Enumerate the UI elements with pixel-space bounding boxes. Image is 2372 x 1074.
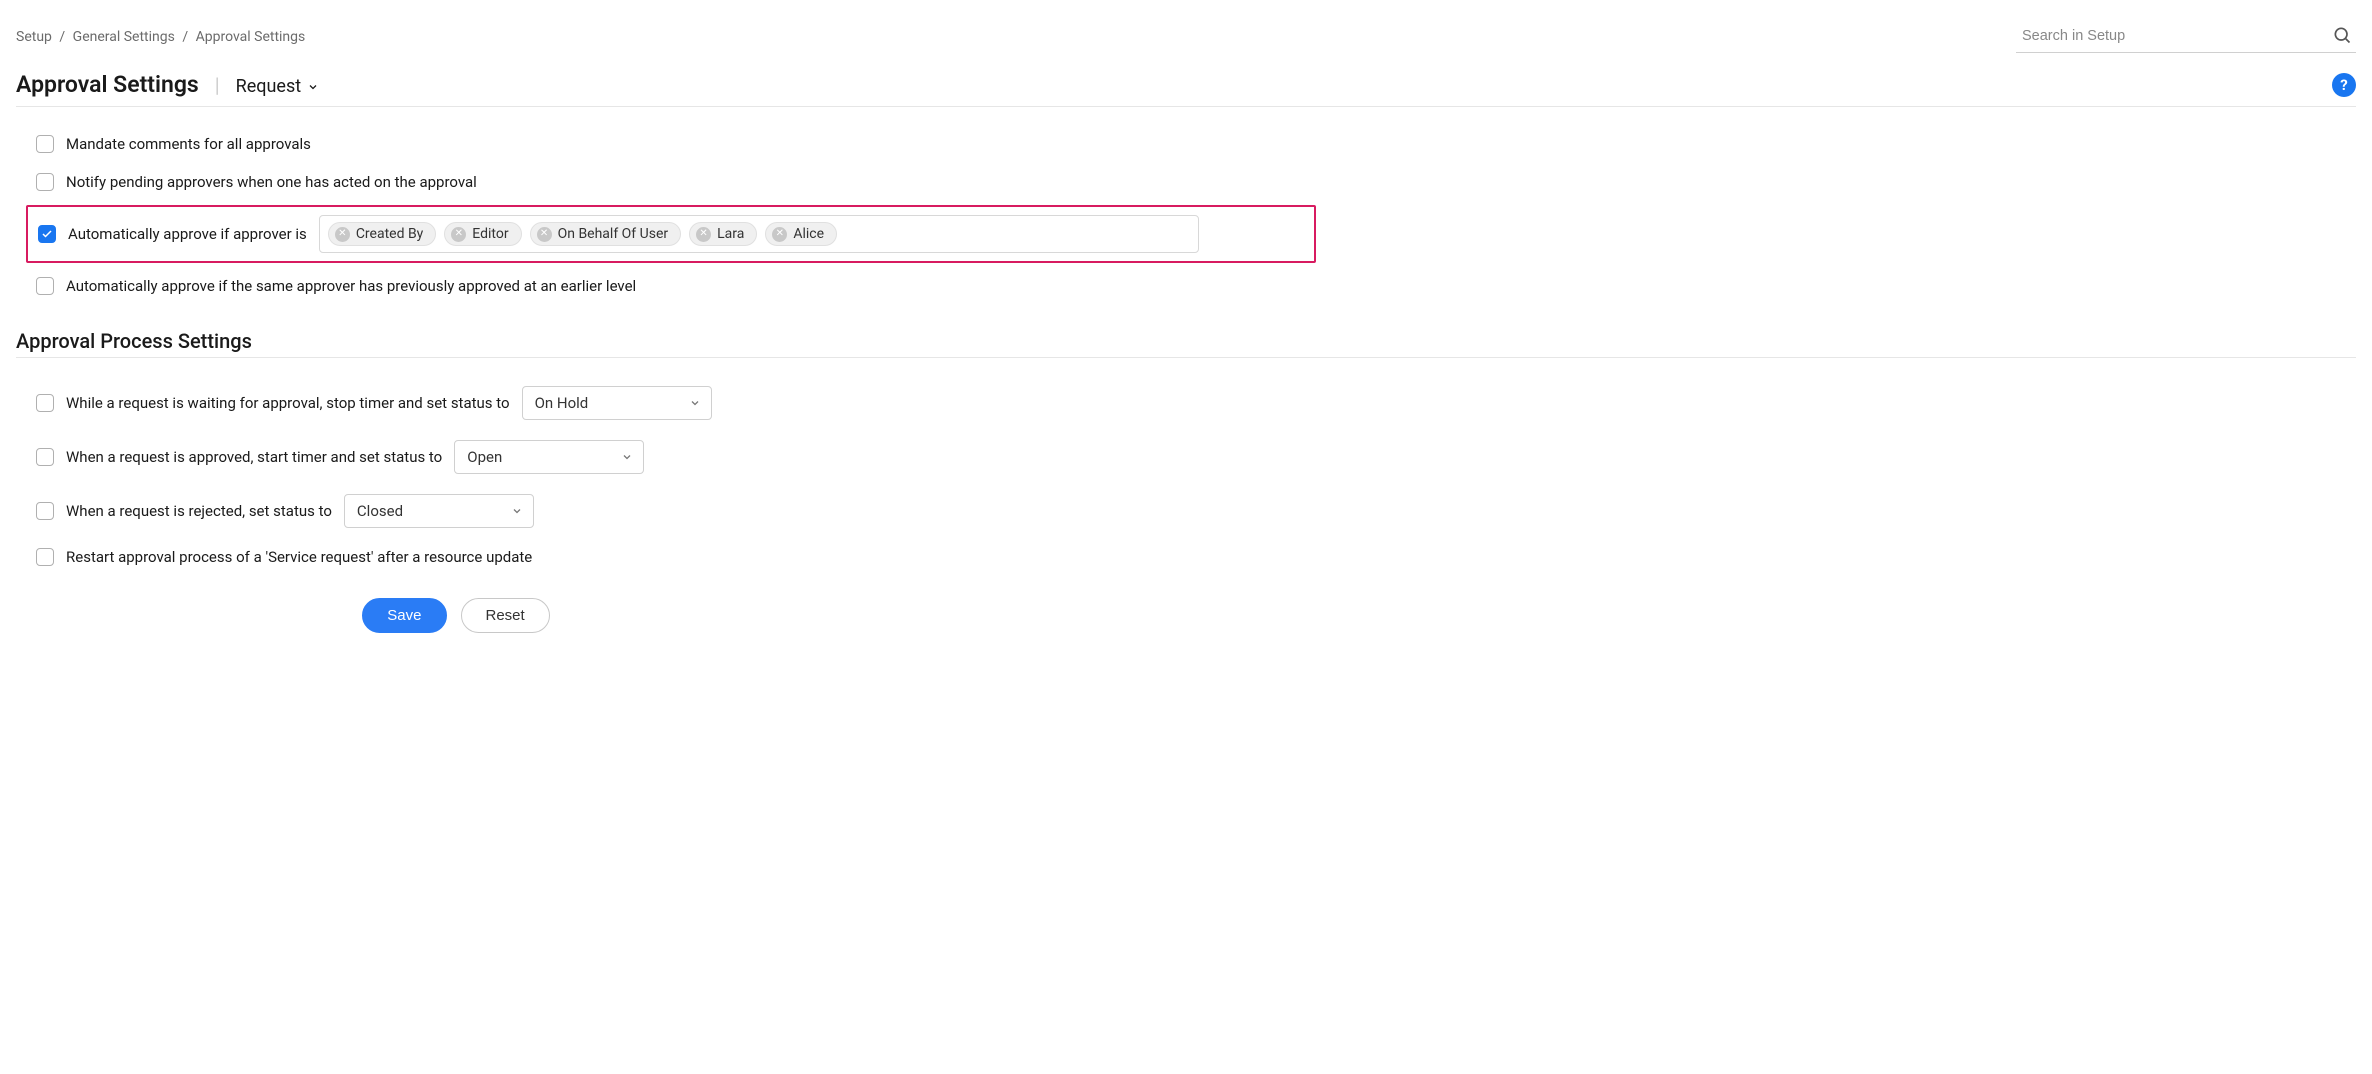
tag-remove-icon[interactable]: ✕ bbox=[772, 227, 787, 242]
page-title: Approval Settings bbox=[16, 71, 199, 98]
breadcrumb-item[interactable]: Setup bbox=[16, 29, 52, 45]
tag-label: Alice bbox=[793, 226, 824, 242]
select-value: Open bbox=[467, 448, 502, 466]
tag: ✕ Lara bbox=[689, 222, 757, 246]
setting-auto-approve-if: Automatically approve if approver is ✕ C… bbox=[26, 205, 1316, 263]
tag-label: Lara bbox=[717, 226, 744, 242]
save-button[interactable]: Save bbox=[362, 598, 446, 633]
select-approved-status[interactable]: Open bbox=[454, 440, 644, 474]
tag: ✕ Editor bbox=[444, 222, 521, 246]
reset-button[interactable]: Reset bbox=[461, 598, 550, 633]
button-row: Save Reset bbox=[36, 598, 876, 633]
search-container bbox=[2016, 20, 2356, 53]
chevron-down-icon bbox=[307, 81, 319, 93]
checkbox-auto-approve-if[interactable] bbox=[38, 225, 56, 243]
setting-mandate-comments: Mandate comments for all approvals bbox=[36, 125, 2356, 163]
checkbox-approved-status[interactable] bbox=[36, 448, 54, 466]
tag-label: Editor bbox=[472, 226, 508, 242]
checkbox-mandate-comments[interactable] bbox=[36, 135, 54, 153]
tag: ✕ Created By bbox=[328, 222, 436, 246]
breadcrumb-item[interactable]: General Settings bbox=[73, 29, 175, 45]
tag-label: On Behalf Of User bbox=[558, 226, 669, 242]
chevron-down-icon bbox=[621, 451, 633, 463]
divider bbox=[16, 357, 2356, 358]
breadcrumb: Setup / General Settings / Approval Sett… bbox=[16, 29, 305, 45]
tag: ✕ Alice bbox=[765, 222, 837, 246]
approver-tags-input[interactable]: ✕ Created By ✕ Editor ✕ On Behalf Of Use… bbox=[319, 215, 1199, 253]
section-heading-process: Approval Process Settings bbox=[16, 329, 2356, 353]
setting-label: When a request is rejected, set status t… bbox=[66, 502, 332, 520]
tag-remove-icon[interactable]: ✕ bbox=[537, 227, 552, 242]
tag-remove-icon[interactable]: ✕ bbox=[335, 227, 350, 242]
setting-rejected-status: When a request is rejected, set status t… bbox=[36, 484, 2356, 538]
checkbox-notify-pending[interactable] bbox=[36, 173, 54, 191]
select-value: On Hold bbox=[535, 394, 589, 412]
chevron-down-icon bbox=[689, 397, 701, 409]
select-rejected-status[interactable]: Closed bbox=[344, 494, 534, 528]
search-icon[interactable] bbox=[2332, 25, 2352, 49]
setting-auto-approve-prev: Automatically approve if the same approv… bbox=[36, 267, 2356, 305]
select-value: Closed bbox=[357, 502, 403, 520]
module-dropdown[interactable]: Request bbox=[236, 76, 320, 97]
tag-label: Created By bbox=[356, 226, 423, 242]
setting-label: Automatically approve if approver is bbox=[68, 225, 307, 243]
setting-restart-process: Restart approval process of a 'Service r… bbox=[36, 538, 2356, 576]
setting-label: While a request is waiting for approval,… bbox=[66, 394, 510, 412]
checkbox-auto-approve-prev[interactable] bbox=[36, 277, 54, 295]
breadcrumb-separator: / bbox=[182, 29, 188, 45]
breadcrumb-item[interactable]: Approval Settings bbox=[196, 29, 306, 45]
setting-label: When a request is approved, start timer … bbox=[66, 448, 442, 466]
checkbox-waiting-status[interactable] bbox=[36, 394, 54, 412]
setting-label: Automatically approve if the same approv… bbox=[66, 277, 636, 295]
breadcrumb-separator: / bbox=[59, 29, 65, 45]
setting-label: Notify pending approvers when one has ac… bbox=[66, 173, 477, 191]
divider bbox=[16, 106, 2356, 107]
setting-label: Restart approval process of a 'Service r… bbox=[66, 548, 532, 566]
checkbox-rejected-status[interactable] bbox=[36, 502, 54, 520]
checkbox-restart-process[interactable] bbox=[36, 548, 54, 566]
setting-notify-pending: Notify pending approvers when one has ac… bbox=[36, 163, 2356, 201]
tag: ✕ On Behalf Of User bbox=[530, 222, 682, 246]
setting-label: Mandate comments for all approvals bbox=[66, 135, 311, 153]
tag-remove-icon[interactable]: ✕ bbox=[451, 227, 466, 242]
help-button[interactable]: ? bbox=[2332, 73, 2356, 97]
tag-remove-icon[interactable]: ✕ bbox=[696, 227, 711, 242]
search-input[interactable] bbox=[2016, 20, 2356, 53]
title-divider: | bbox=[215, 73, 220, 97]
select-waiting-status[interactable]: On Hold bbox=[522, 386, 712, 420]
chevron-down-icon bbox=[511, 505, 523, 517]
setting-approved-status: When a request is approved, start timer … bbox=[36, 430, 2356, 484]
module-dropdown-label: Request bbox=[236, 76, 302, 97]
setting-waiting-status: While a request is waiting for approval,… bbox=[36, 376, 2356, 430]
